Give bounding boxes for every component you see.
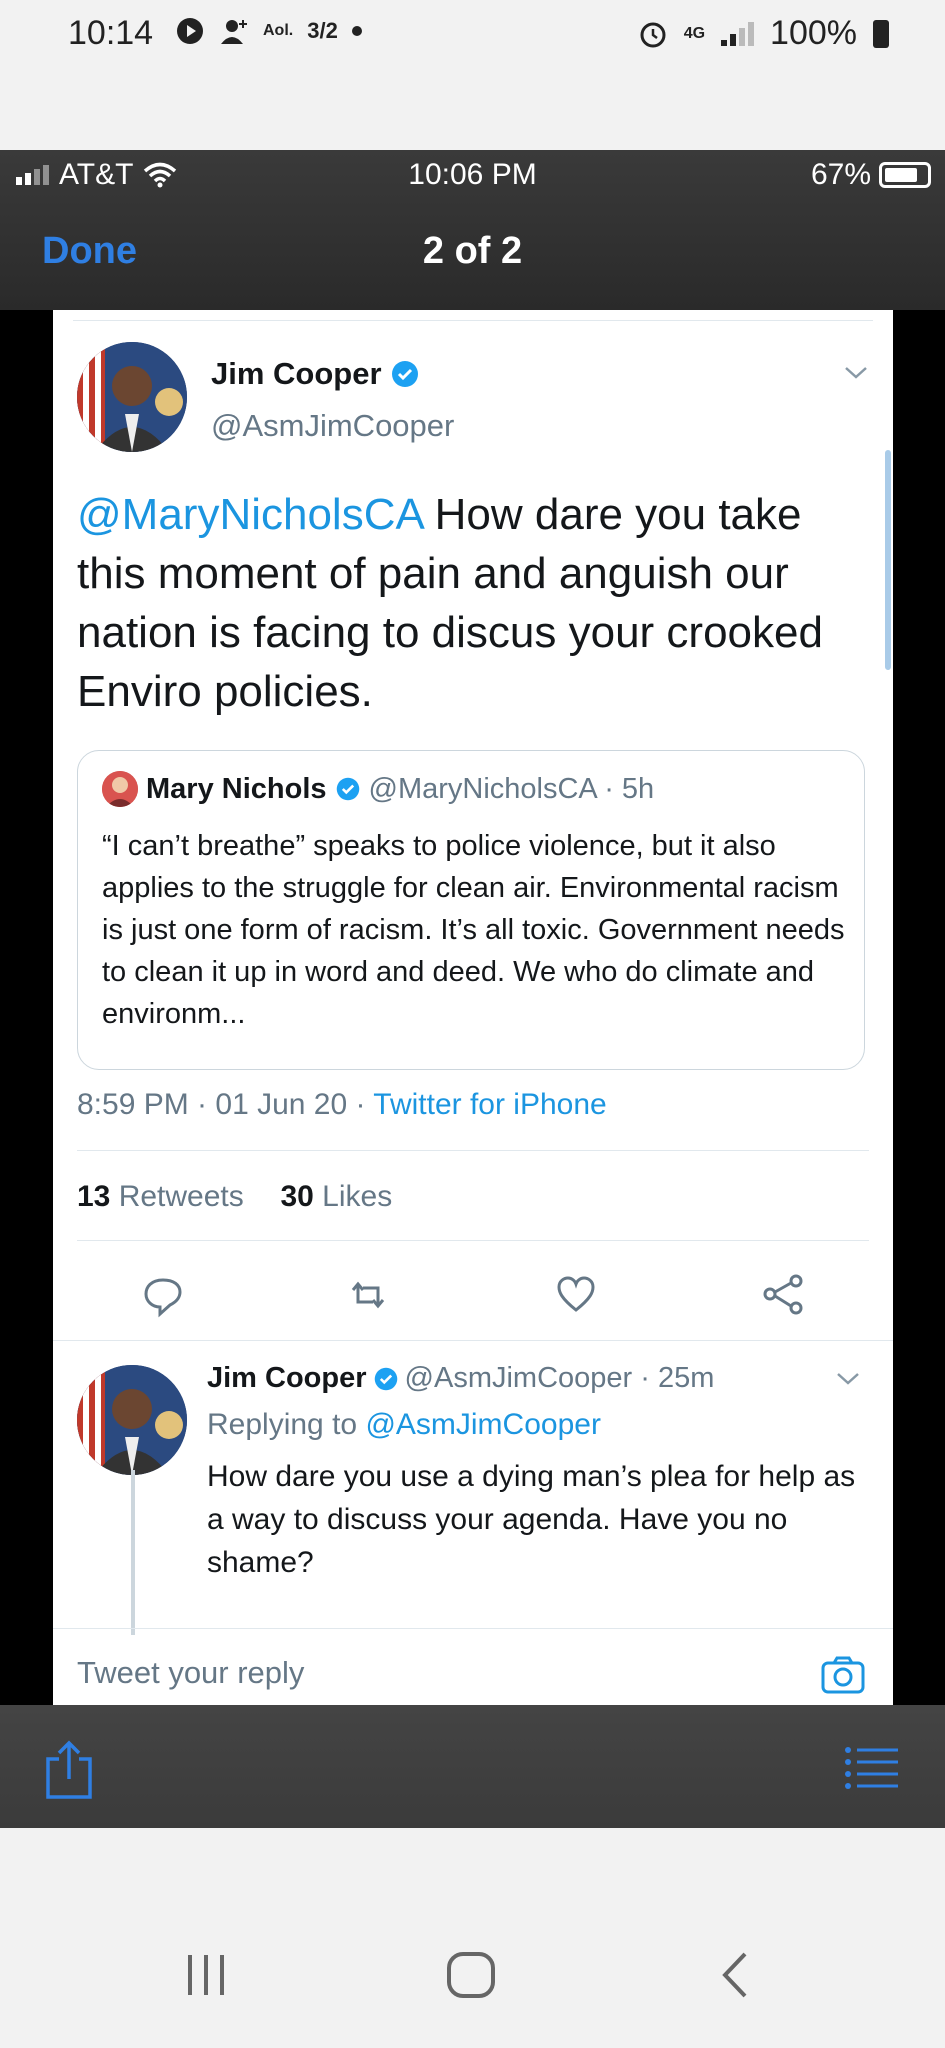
- back-icon[interactable]: [715, 1948, 755, 2002]
- list-icon[interactable]: [844, 1745, 900, 1791]
- android-notification-icons: Aol. 3/2: [175, 16, 362, 46]
- android-system-icons: 4G 100%: [638, 14, 889, 53]
- verified-badge-icon: [374, 1367, 397, 1390]
- verified-badge-icon: [391, 361, 418, 387]
- engagement-counts: 13 Retweets 30 Likes: [77, 1180, 392, 1214]
- tweet-source[interactable]: Twitter for iPhone: [373, 1088, 606, 1121]
- ios-battery: 67%: [811, 158, 931, 192]
- ios-viewer-header: AT&T 10:06 PM 67% Done 2 of 2: [0, 150, 945, 310]
- signal-icon: [721, 21, 755, 46]
- battery-icon: [873, 19, 889, 48]
- android-status-bar: 10:14 Aol. 3/2 4G 100%: [0, 0, 945, 150]
- replying-to: Replying to @AsmJimCooper: [207, 1408, 601, 1442]
- divider: [77, 1240, 869, 1241]
- quoted-name: Mary Nichols: [146, 772, 327, 805]
- retweets-count: 13: [77, 1180, 111, 1213]
- home-icon[interactable]: [445, 1950, 497, 2000]
- ios-clock: 10:06 PM: [408, 158, 537, 191]
- thread-line: [131, 1470, 135, 1635]
- divider: [53, 1628, 893, 1629]
- author-handle[interactable]: @AsmJimCooper: [211, 408, 454, 444]
- reply-icon[interactable]: [138, 1270, 188, 1320]
- alarm-icon: [640, 22, 666, 47]
- android-nav-bar: [0, 1828, 945, 2048]
- top-divider: [73, 320, 873, 321]
- divider: [77, 1150, 869, 1151]
- android-battery-percent: 100%: [770, 14, 857, 52]
- reply-text: How dare you use a dying man’s plea for …: [207, 1460, 856, 1579]
- likes-stat[interactable]: 30 Likes: [280, 1180, 392, 1213]
- share-icon[interactable]: [42, 1739, 96, 1801]
- replying-handle[interactable]: @AsmJimCooper: [365, 1408, 601, 1441]
- chevron-down-icon[interactable]: [835, 1368, 861, 1388]
- retweet-icon[interactable]: [343, 1270, 393, 1320]
- reply-author-name[interactable]: Jim Cooper: [207, 1362, 367, 1395]
- scroll-indicator[interactable]: [885, 450, 891, 670]
- person-add-icon: [221, 20, 247, 44]
- quoted-header: Mary Nichols @MaryNicholsCA · 5h: [102, 771, 654, 807]
- retweets-label: Retweets: [110, 1180, 244, 1213]
- tweet-mention[interactable]: @MaryNicholsCA: [77, 490, 422, 539]
- chevron-down-icon[interactable]: [843, 362, 869, 382]
- android-clock: 10:14: [68, 14, 154, 52]
- like-icon[interactable]: [551, 1270, 601, 1320]
- likes-count: 30: [280, 1180, 314, 1213]
- quoted-handle: @MaryNicholsCA · 5h: [368, 772, 655, 805]
- author-name-row: Jim Cooper: [211, 356, 420, 392]
- ios-viewer-toolbar: [0, 1705, 945, 1828]
- retweets-stat[interactable]: 13 Retweets: [77, 1180, 244, 1213]
- tweet-meta: 8:59 PM · 01 Jun 20 · Twitter for iPhone: [77, 1088, 607, 1122]
- fraction-label: 3/2: [307, 18, 338, 43]
- recent-apps-icon[interactable]: [182, 1950, 232, 2000]
- camera-icon[interactable]: [820, 1655, 866, 1695]
- letterbox-left: [0, 310, 53, 1705]
- verified-badge-icon: [336, 777, 359, 801]
- divider: [53, 1340, 893, 1341]
- aol-label: Aol.: [263, 22, 294, 39]
- quoted-tweet[interactable]: Mary Nichols @MaryNicholsCA · 5h “I can’…: [77, 750, 865, 1070]
- author-name[interactable]: Jim Cooper: [211, 356, 382, 392]
- letterbox-right: [893, 310, 945, 1705]
- page-counter: 2 of 2: [422, 230, 523, 272]
- likes-label: Likes: [313, 1180, 393, 1213]
- reply-header: Jim Cooper @AsmJimCooper · 25m: [207, 1362, 714, 1395]
- quoted-text: “I can’t breathe” speaks to police viole…: [102, 830, 845, 1030]
- tweet-timestamp: 8:59 PM · 01 Jun 20 ·: [77, 1088, 374, 1121]
- tweet-text: @MaryNicholsCA How dare you take this mo…: [77, 485, 877, 721]
- tweet-actions: [53, 1270, 893, 1340]
- play-icon: [177, 18, 203, 44]
- reply-avatar[interactable]: [77, 1365, 187, 1475]
- network-type: 4G: [683, 24, 706, 42]
- ios-battery-icon: [879, 162, 931, 188]
- avatar[interactable]: [77, 342, 187, 452]
- reply-composer-input[interactable]: Tweet your reply: [77, 1655, 304, 1691]
- share-icon[interactable]: [758, 1270, 808, 1320]
- tweet-screenshot: Jim Cooper @AsmJimCooper @MaryNicholsCA …: [53, 310, 893, 1705]
- replying-prefix: Replying to: [207, 1408, 366, 1441]
- quoted-avatar: [102, 771, 138, 807]
- ios-battery-percent: 67%: [810, 158, 871, 191]
- reply-handle[interactable]: @AsmJimCooper · 25m: [405, 1362, 715, 1395]
- notification-dot: [351, 26, 362, 36]
